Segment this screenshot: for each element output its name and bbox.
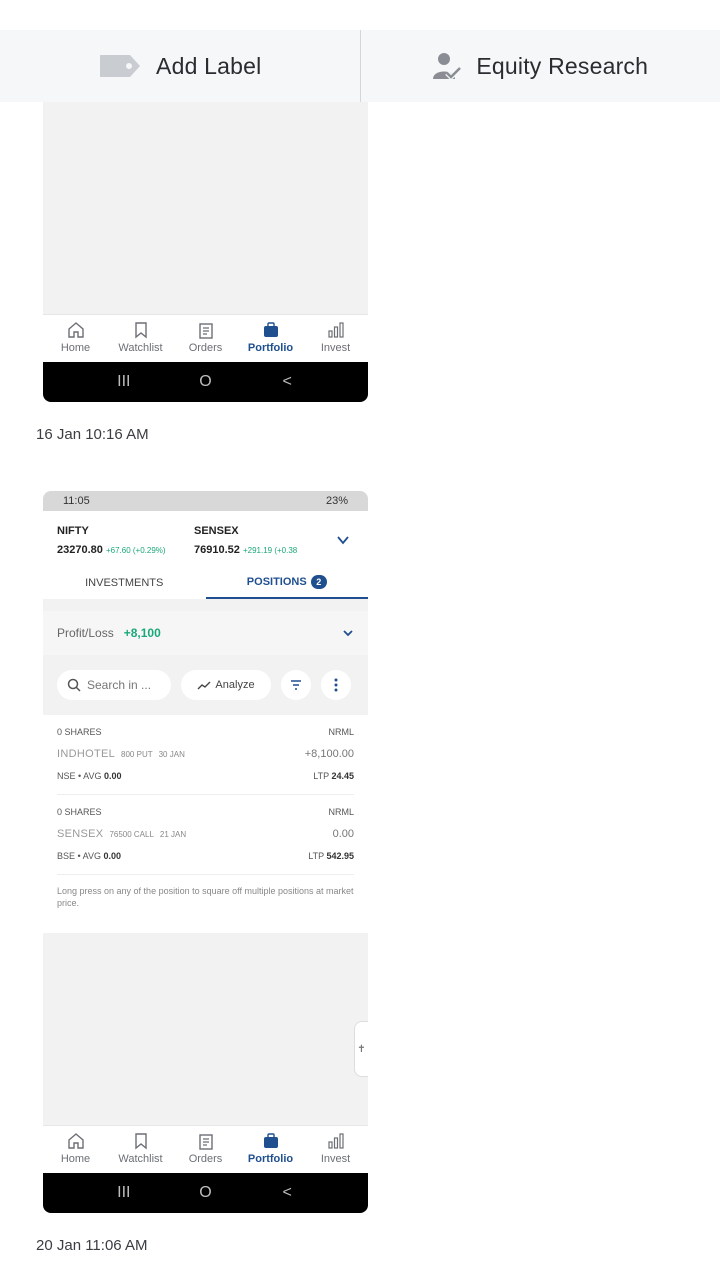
- position-pnl: +8,100.00: [304, 748, 354, 760]
- square-off-hint: Long press on any of the position to squ…: [57, 886, 354, 908]
- chat-media-view: Add Label Equity Research Home Watchlist: [0, 0, 720, 1280]
- home-circle-icon: O: [199, 373, 212, 390]
- nifty-label: NIFTY: [57, 525, 89, 537]
- add-label-button[interactable]: Add Label: [0, 30, 360, 102]
- app-bottom-nav: Home Watchlist Orders Portfolio Invest: [43, 1125, 368, 1173]
- nav-home: Home: [46, 321, 106, 354]
- nav-invest: Invest: [306, 1132, 366, 1165]
- accessibility-handle-icon: ✝: [354, 1021, 368, 1077]
- equity-research-button[interactable]: Equity Research: [361, 30, 720, 102]
- chevron-down-icon: [337, 536, 349, 545]
- search-placeholder: Search in ...: [87, 678, 152, 692]
- home-icon: [67, 322, 84, 338]
- filter-button: [281, 670, 311, 700]
- search-icon: [67, 678, 81, 692]
- home-circle-icon: O: [199, 1184, 212, 1201]
- system-nav-bar: III O <: [43, 1173, 368, 1213]
- tab-investments: INVESTMENTS: [85, 577, 164, 589]
- nav-orders: Orders: [176, 1132, 236, 1165]
- profit-loss-row: Profit/Loss +8,100: [43, 611, 368, 655]
- position-row: 0 SHARES NRML SENSEX 76500 CALL 21 JAN 0.00…: [57, 795, 354, 875]
- sensex-value-row: 76910.52 +291.19 (+0.38: [194, 544, 297, 556]
- clipboard-icon: [198, 323, 213, 339]
- nav-invest: Invest: [306, 321, 366, 354]
- analyze-button: Analyze: [181, 670, 271, 700]
- nav-home: Home: [46, 1132, 106, 1165]
- pl-value: +8,100: [123, 626, 161, 640]
- recents-icon: III: [117, 1184, 131, 1201]
- phone-status-bar: 11:05 23%: [43, 491, 368, 511]
- chevron-down-icon: [343, 630, 353, 637]
- message-timestamp-1: 16 Jan 10:16 AM: [36, 426, 149, 443]
- screenshot-image-1[interactable]: Home Watchlist Orders Portfolio Invest I…: [43, 102, 368, 402]
- system-nav-bar: III O <: [43, 362, 368, 402]
- recents-icon: III: [117, 373, 131, 390]
- user-check-icon: [433, 53, 463, 81]
- sensex-value: 76910.52: [194, 544, 240, 556]
- bar-chart-icon: [327, 1133, 344, 1149]
- sensex-label: SENSEX: [194, 525, 239, 537]
- bookmark-icon: [134, 1133, 147, 1150]
- back-icon: <: [282, 1184, 292, 1201]
- add-label-text: Add Label: [156, 52, 262, 79]
- portfolio-tabs: INVESTMENTS POSITIONS 2: [43, 567, 368, 599]
- nav-watchlist: Watchlist: [111, 321, 171, 354]
- bookmark-icon: [134, 322, 147, 339]
- positions-list: 0 SHARES NRML INDHOTEL 800 PUT 30 JAN +8,10…: [43, 715, 368, 933]
- home-icon: [67, 1133, 84, 1149]
- screenshot-image-2[interactable]: 11:05 23% NIFTY 23270.80 +67.60 (+0.29%)…: [43, 491, 368, 1213]
- position-pnl: 0.00: [332, 828, 354, 840]
- nifty-value: 23270.80: [57, 544, 103, 556]
- nav-portfolio: Portfolio: [241, 321, 301, 354]
- position-row: 0 SHARES NRML INDHOTEL 800 PUT 30 JAN +8,10…: [57, 715, 354, 795]
- search-box: Search in ...: [57, 670, 171, 700]
- analyze-label: Analyze: [215, 679, 255, 691]
- status-battery: 23%: [325, 495, 348, 507]
- nifty-value-row: 23270.80 +67.60 (+0.29%): [57, 544, 166, 556]
- bar-chart-icon: [327, 322, 344, 338]
- equity-research-text: Equity Research: [476, 52, 649, 79]
- nifty-change: +67.60 (+0.29%): [105, 546, 166, 555]
- positions-tools-row: Search in ... Analyze: [43, 659, 368, 711]
- status-time: 11:05: [63, 495, 90, 507]
- message-timestamp-2: 20 Jan 11:06 AM: [36, 1237, 148, 1254]
- briefcase-icon: [263, 1133, 278, 1148]
- pl-label: Profit/Loss: [57, 626, 114, 640]
- nav-watchlist: Watchlist: [111, 1132, 171, 1165]
- action-toolbar: Add Label Equity Research: [0, 30, 720, 102]
- briefcase-icon: [263, 322, 278, 337]
- app-bottom-nav: Home Watchlist Orders Portfolio Invest: [43, 314, 368, 362]
- label-tag-icon: [100, 55, 141, 77]
- clipboard-icon: [198, 1134, 213, 1150]
- sensex-change: +291.19 (+0.38: [242, 546, 298, 555]
- more-vertical-icon: [334, 678, 338, 692]
- positions-tab-label: POSITIONS: [246, 576, 307, 588]
- filter-icon: [291, 680, 301, 690]
- index-ticker: NIFTY 23270.80 +67.60 (+0.29%) SENSEX 76…: [43, 511, 368, 599]
- more-options-button: [321, 670, 351, 700]
- back-icon: <: [282, 373, 292, 390]
- positions-count-badge: 2: [310, 575, 327, 589]
- nav-orders: Orders: [176, 321, 236, 354]
- tab-positions: POSITIONS 2: [205, 567, 368, 599]
- trend-up-icon: [197, 681, 211, 690]
- nav-portfolio: Portfolio: [241, 1132, 301, 1165]
